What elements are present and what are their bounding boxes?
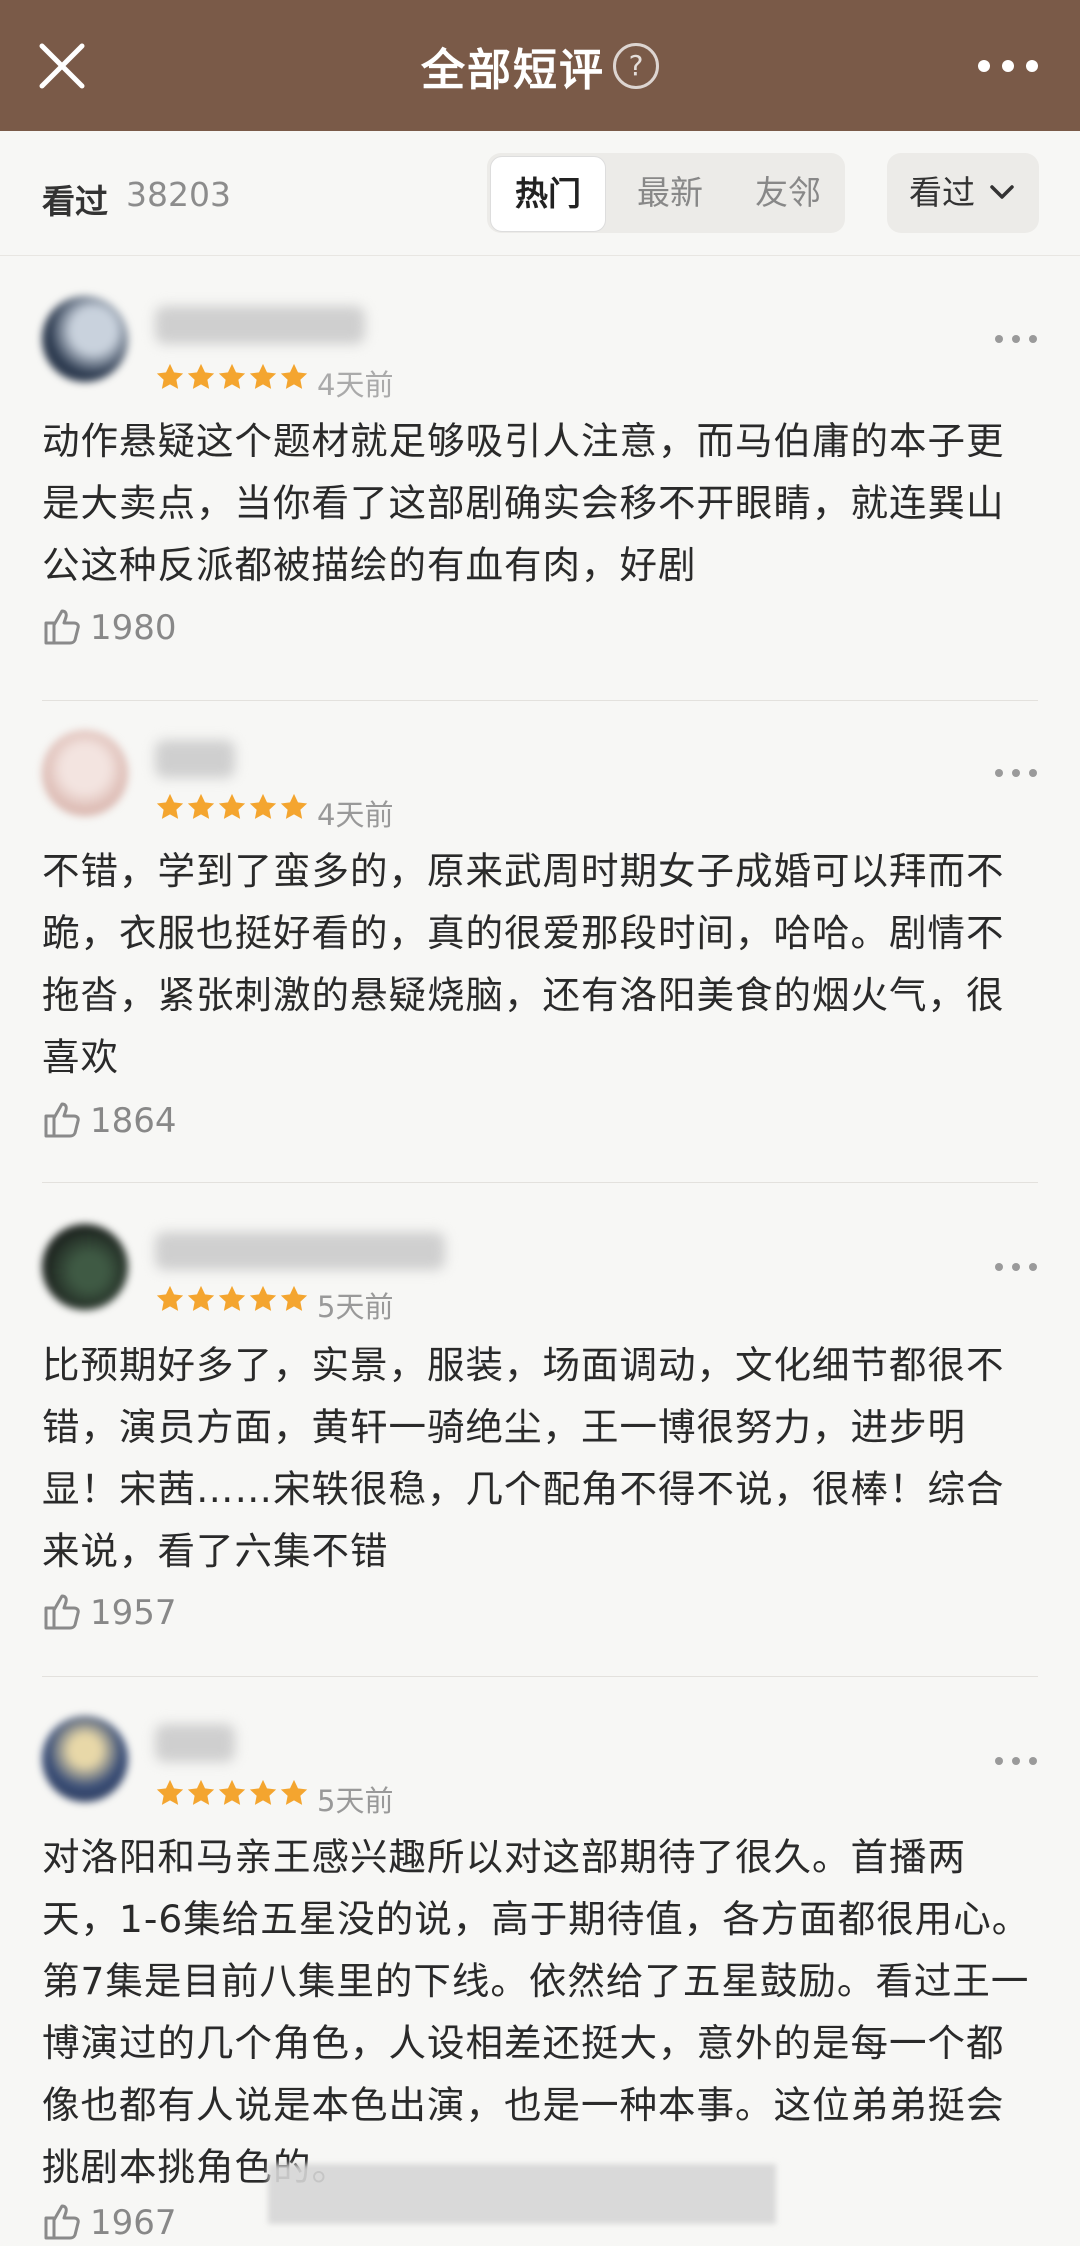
filter-bar: 看过 38203 热门 最新 友邻 看过 — [0, 131, 1080, 256]
thumbs-up-icon — [42, 605, 84, 651]
like-button[interactable]: 1967 — [42, 2200, 177, 2246]
avatar[interactable] — [42, 730, 128, 816]
star-icon — [187, 1285, 215, 1311]
username-blurred[interactable] — [155, 306, 365, 344]
more-options-icon[interactable] — [976, 54, 1040, 78]
status-dropdown[interactable]: 看过 — [887, 153, 1039, 233]
review-date: 4天前 — [317, 798, 394, 832]
review-date: 4天前 — [317, 368, 394, 402]
username-blurred[interactable] — [155, 1232, 445, 1270]
star-icon — [249, 363, 277, 389]
redaction-overlay — [268, 2164, 776, 2224]
star-icon — [218, 793, 246, 819]
review-text: 动作悬疑这个题材就足够吸引人注意，而马伯庸的本子更是大卖点，当你看了这部剧确实会… — [42, 419, 1005, 587]
review-more-icon[interactable] — [994, 1752, 1038, 1772]
star-icon — [156, 793, 184, 819]
like-button[interactable]: 1957 — [42, 1590, 177, 1636]
review-date: 5天前 — [317, 1784, 394, 1818]
rating-stars — [155, 1778, 309, 1808]
avatar[interactable] — [42, 1716, 128, 1802]
review-more-icon[interactable] — [994, 764, 1038, 784]
like-count: 1864 — [90, 1101, 177, 1141]
avatar[interactable] — [42, 296, 128, 382]
thumbs-up-icon — [42, 1098, 84, 1144]
star-icon — [187, 793, 215, 819]
star-icon — [187, 363, 215, 389]
star-icon — [218, 1285, 246, 1311]
like-button[interactable]: 1980 — [42, 605, 177, 651]
review-text: 不错，学到了蛮多的，原来武周时期女子成婚可以拜而不跪，衣服也挺好看的，真的很爱那… — [42, 849, 1005, 1079]
divider — [42, 700, 1038, 701]
chevron-down-icon — [990, 185, 1014, 199]
review-text: 对洛阳和马亲王感兴趣所以对这部期待了很久。首播两天，1-6集给五星没的说，高于期… — [42, 1835, 1031, 2189]
watched-count: 38203 — [126, 175, 231, 214]
rating-stars — [155, 1284, 309, 1314]
star-icon — [249, 1779, 277, 1805]
username-blurred[interactable] — [155, 740, 235, 778]
star-icon — [156, 363, 184, 389]
star-icon — [156, 1285, 184, 1311]
sort-segmented-control: 热门 最新 友邻 — [487, 153, 845, 233]
star-icon — [280, 1285, 308, 1311]
divider — [42, 1676, 1038, 1677]
star-icon — [280, 793, 308, 819]
star-icon — [156, 1779, 184, 1805]
star-icon — [249, 793, 277, 819]
like-button[interactable]: 1864 — [42, 1098, 177, 1144]
review-more-icon[interactable] — [994, 330, 1038, 350]
star-icon — [280, 1779, 308, 1805]
review-more-icon[interactable] — [994, 1258, 1038, 1278]
help-icon[interactable]: ? — [613, 42, 659, 89]
status-dropdown-label: 看过 — [909, 173, 975, 212]
tab-latest[interactable]: 最新 — [613, 153, 727, 233]
divider — [42, 1182, 1038, 1183]
star-icon — [187, 1779, 215, 1805]
star-icon — [218, 1779, 246, 1805]
rating-stars — [155, 792, 309, 822]
tab-friends[interactable]: 友邻 — [731, 153, 845, 233]
tab-hot[interactable]: 热门 — [490, 156, 606, 232]
thumbs-up-icon — [42, 2200, 84, 2246]
top-bar: 全部短评 ? — [0, 0, 1080, 131]
avatar[interactable] — [42, 1224, 128, 1310]
like-count: 1957 — [90, 1593, 177, 1633]
thumbs-up-icon — [42, 1590, 84, 1636]
like-count: 1967 — [90, 2203, 177, 2243]
review-date: 5天前 — [317, 1290, 394, 1324]
close-icon[interactable] — [36, 40, 88, 92]
watched-label: 看过 — [42, 182, 108, 221]
like-count: 1980 — [90, 608, 177, 648]
username-blurred[interactable] — [155, 1724, 235, 1762]
page-title: 全部短评 — [421, 44, 605, 96]
review-text: 比预期好多了，实景，服装，场面调动，文化细节都很不错，演员方面，黄轩一骑绝尘，王… — [42, 1343, 1005, 1573]
star-icon — [249, 1285, 277, 1311]
star-icon — [280, 363, 308, 389]
rating-stars — [155, 362, 309, 392]
star-icon — [218, 363, 246, 389]
